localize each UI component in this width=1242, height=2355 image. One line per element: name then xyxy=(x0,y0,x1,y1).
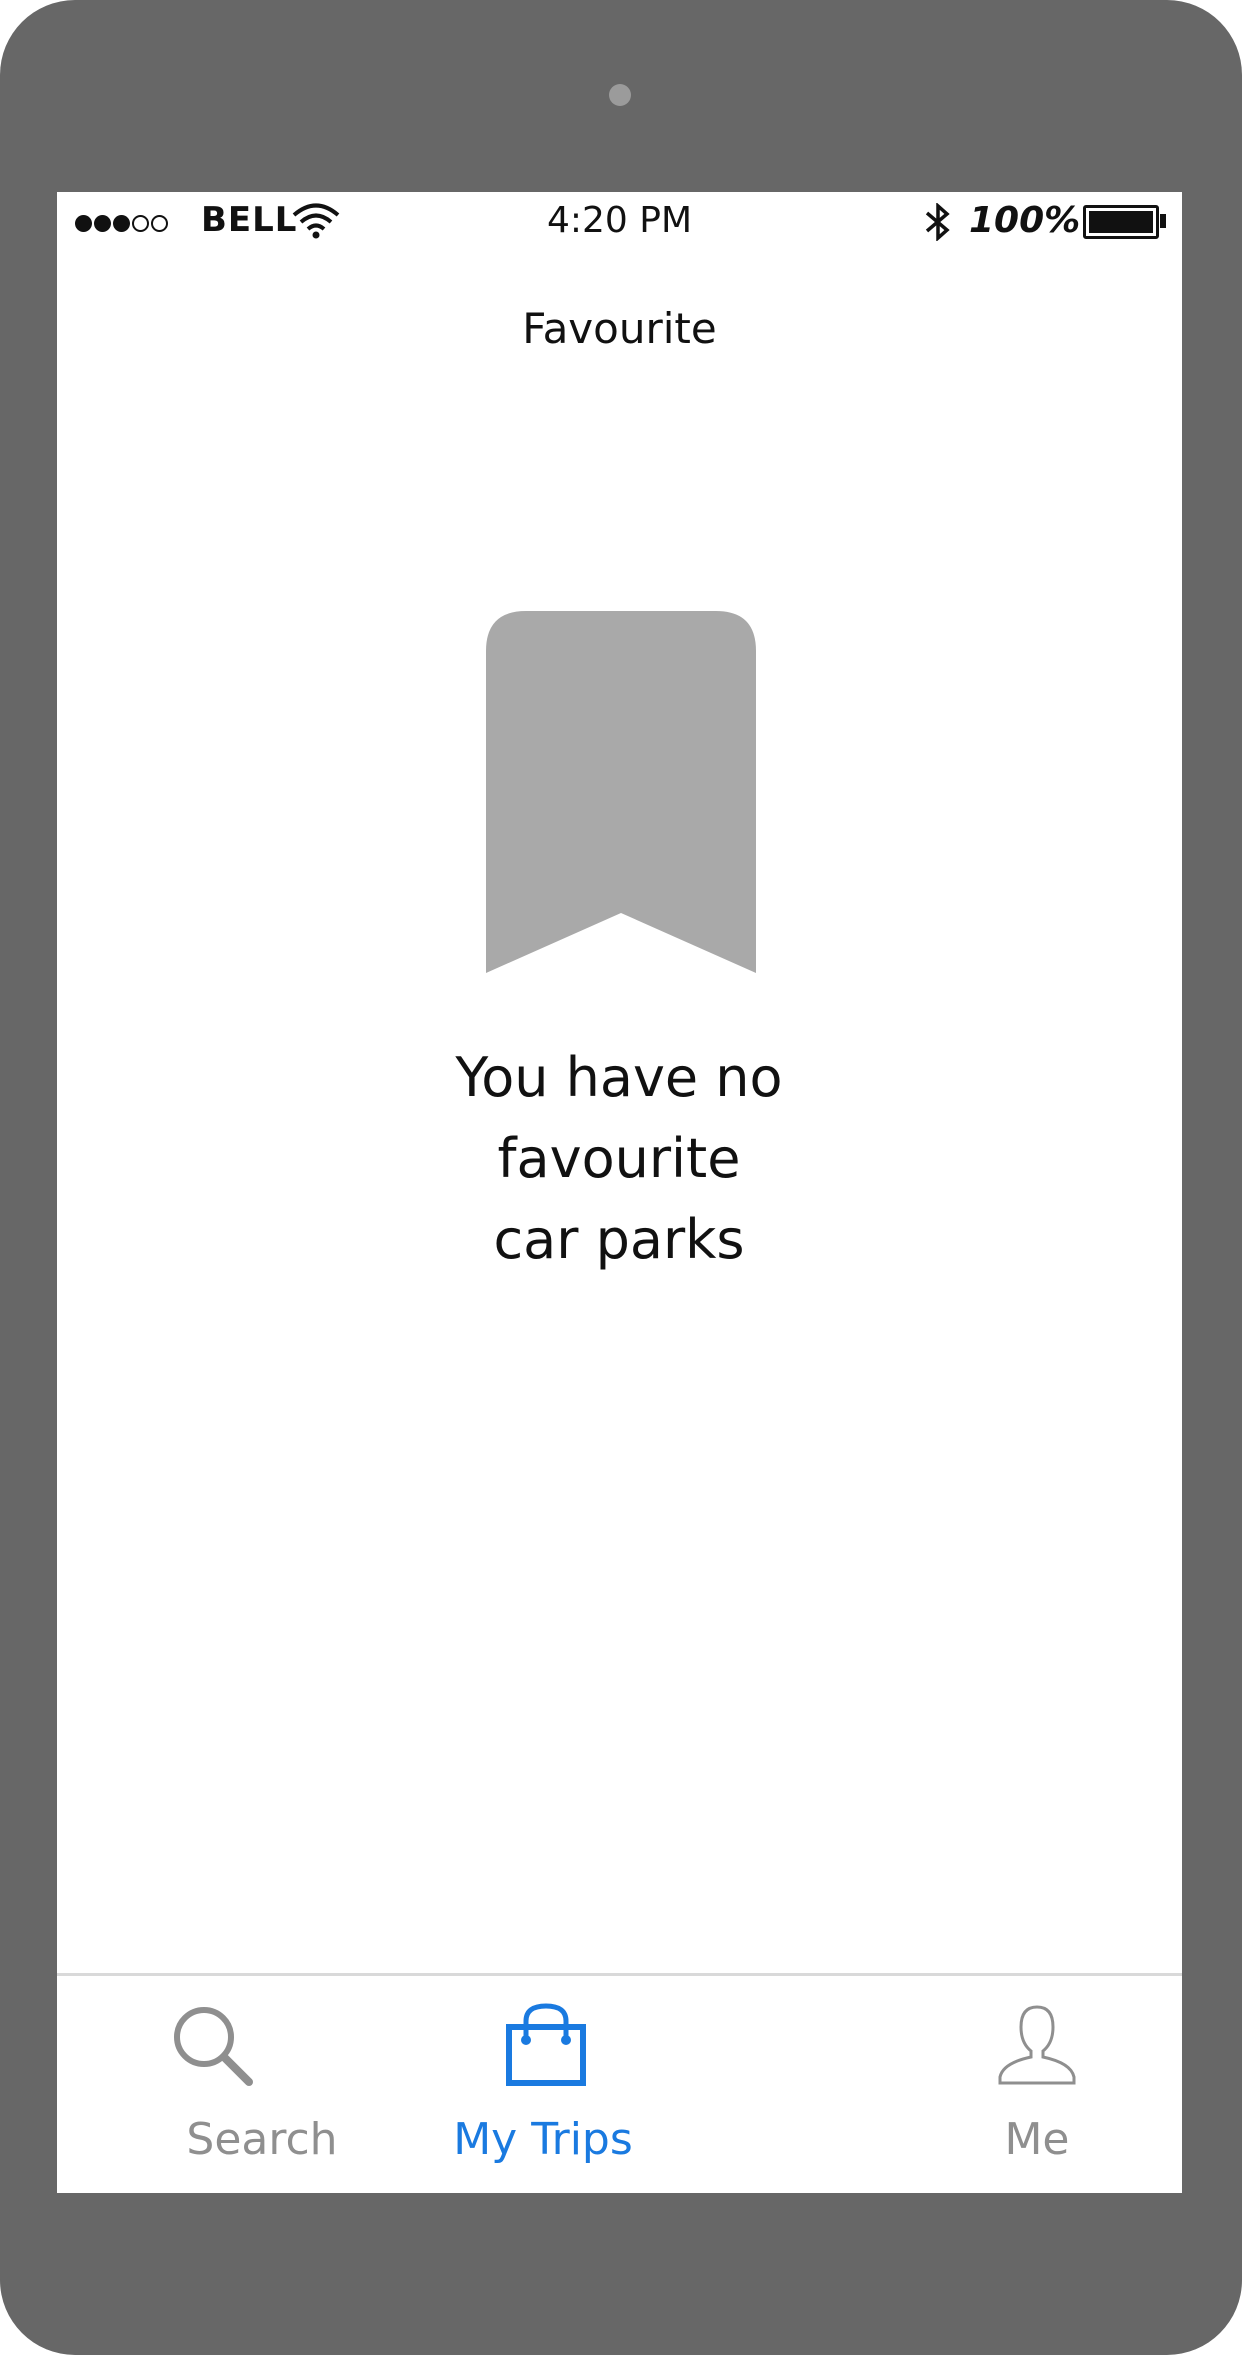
empty-state-message: You have no favourite car parks xyxy=(369,1037,869,1280)
tab-me[interactable]: Me xyxy=(907,1976,1167,2193)
battery-level xyxy=(1089,211,1153,233)
tab-search[interactable]: Search xyxy=(132,1976,392,2193)
bluetooth-icon xyxy=(925,203,950,241)
empty-message-line: You have no xyxy=(455,1046,783,1109)
screen: BELL 4:20 PM 100% Favourite You have no xyxy=(57,192,1182,2193)
battery-icon xyxy=(1083,205,1159,239)
tab-label: Me xyxy=(1004,2114,1070,2165)
empty-message-line: car parks xyxy=(493,1208,745,1271)
battery-cap xyxy=(1160,214,1166,228)
tab-my-trips[interactable]: My Trips xyxy=(413,1976,673,2193)
shopping-bag-icon xyxy=(506,2003,586,2086)
user-icon xyxy=(998,2005,1076,2085)
tab-label: My Trips xyxy=(453,2114,633,2165)
search-icon xyxy=(174,2007,253,2086)
status-bar: BELL 4:20 PM 100% xyxy=(57,192,1182,252)
tab-label: Search xyxy=(186,2114,338,2165)
page-title: Favourite xyxy=(522,304,717,353)
empty-message-line: favourite xyxy=(497,1127,741,1190)
bookmark-icon xyxy=(486,611,756,973)
camera-dot xyxy=(609,84,631,106)
phone-frame: BELL 4:20 PM 100% Favourite You have no xyxy=(0,0,1242,2355)
tab-bar: Search My Trips Me xyxy=(57,1973,1182,2193)
battery-percent: 100% xyxy=(969,200,1081,241)
